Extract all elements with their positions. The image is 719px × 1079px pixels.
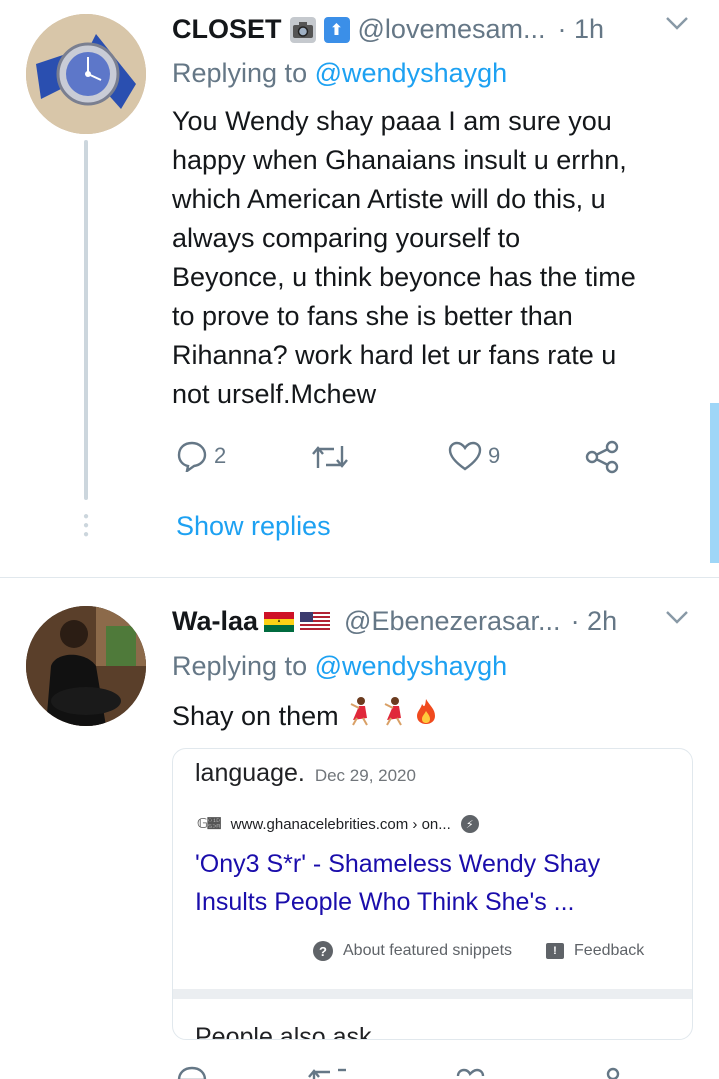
dancer-emoji-icon [347,696,373,737]
replying-to: Replying to @wendyshaygh [172,58,507,89]
snippet-footer: ? About featured snippets ! Feedback [313,941,644,961]
scrollbar-thumb[interactable] [710,403,719,563]
attached-image[interactable]: language. Dec 29, 2020 𝔾𝔺 www.ghanaceleb… [172,748,693,1040]
retweet-icon [312,446,348,468]
snippet-title-link[interactable]: 'Ony3 S*r' - Shameless Wendy Shay Insult… [195,845,600,921]
timestamp[interactable]: · 2h [571,606,618,637]
tweet-text-line: You Wendy shay paaa I am sure you [172,106,612,136]
fire-emoji-icon [415,697,437,736]
about-snippets-link[interactable]: About featured snippets [343,942,512,960]
snippet-url: www.ghanacelebrities.com › on... [230,815,451,833]
tweet-text-line: to prove to fans she is better than [172,301,573,331]
feedback-icon: ! [546,943,565,959]
tweet-divider [0,577,719,578]
reply-icon [177,441,207,472]
site-favicon-icon: 𝔾𝔺 [197,816,221,831]
avatar-walaa[interactable] [26,606,146,726]
like-count: 9 [488,443,501,468]
reply-count: 2 [214,443,227,468]
tweet-text-line: Rihanna? work hard let ur fans rate u [172,340,617,370]
snippet-text: language. [195,759,305,787]
thread-dots-icon: ● ● ● [82,511,90,540]
tweet-text-line: Beyonce, u think beyonce has the time [172,262,636,292]
tweet-text-line: happy when Ghanaians insult u errhn, [172,145,627,175]
feedback-link[interactable]: Feedback [574,942,644,960]
ghana-flag-icon [264,611,295,632]
timestamp[interactable]: · 1h [557,14,604,45]
tweet-header: CLOSET ⬆ @lovemesam... · 1h [172,14,604,45]
share-icon [606,1067,620,1079]
handle[interactable]: @lovemesam... [358,14,546,45]
tweet-header: Wa-laa @Ebenezerasar... · 2h [172,606,617,637]
chevron-down-icon[interactable] [664,608,690,634]
tweet-text: You Wendy shay paaa I am sure you happy … [172,102,702,414]
heart-icon [448,441,482,471]
reply-button[interactable]: 2 [176,440,226,472]
snippet-title-line: 'Ony3 S*r' - Shameless Wendy Shay [195,850,601,878]
display-name[interactable]: Wa-laa [172,606,258,637]
display-name[interactable]: CLOSET [172,14,282,45]
us-flag-icon [300,611,331,632]
avatar-closet[interactable] [26,14,146,134]
snippet-title-line: Insults People Who Think She's ... [195,888,575,916]
chevron-down-icon[interactable] [664,14,690,40]
show-replies-link[interactable]: Show replies [176,511,331,542]
person-photo-icon [26,606,146,726]
heart-icon [456,1068,485,1077]
tweet-text: Shay on them [172,696,437,737]
watch-icon [26,14,146,134]
share-button[interactable] [584,440,620,474]
people-also-ask: People also ask [195,1023,372,1040]
up-arrow-emoji-icon: ⬆ [323,16,350,43]
help-icon: ? [313,941,333,961]
replying-to-link[interactable]: @wendyshaygh [315,58,508,88]
handle[interactable]: @Ebenezerasar... [344,606,561,637]
snippet-header: language. Dec 29, 2020 [195,759,416,788]
tweet-text-line: always comparing yourself to [172,223,521,253]
tweet-text-line: which American Artiste will do this, u [172,184,606,214]
replying-to-prefix: Replying to [172,58,308,88]
reply-icon [177,1066,207,1079]
retweet-button[interactable] [310,442,350,472]
like-button[interactable]: 9 [448,441,500,471]
replying-to-prefix: Replying to [172,651,308,681]
tweet-text-line: not urself.Mchew [172,379,377,409]
tweet-text-content: Shay on them [172,701,339,731]
camera-emoji-icon [289,16,316,43]
more-info-icon: ⚡ [460,815,479,833]
card-separator [173,989,692,999]
replying-to-link[interactable]: @wendyshaygh [315,651,508,681]
snippet-source: 𝔾𝔺 www.ghanacelebrities.com › on... ⚡ [197,815,479,833]
dancer-emoji-icon [381,696,407,737]
action-bar-partial [176,1062,656,1079]
share-icon [585,440,619,474]
snippet-date: Dec 29, 2020 [314,766,416,785]
thread-line [84,140,88,500]
replying-to: Replying to @wendyshaygh [172,651,507,682]
